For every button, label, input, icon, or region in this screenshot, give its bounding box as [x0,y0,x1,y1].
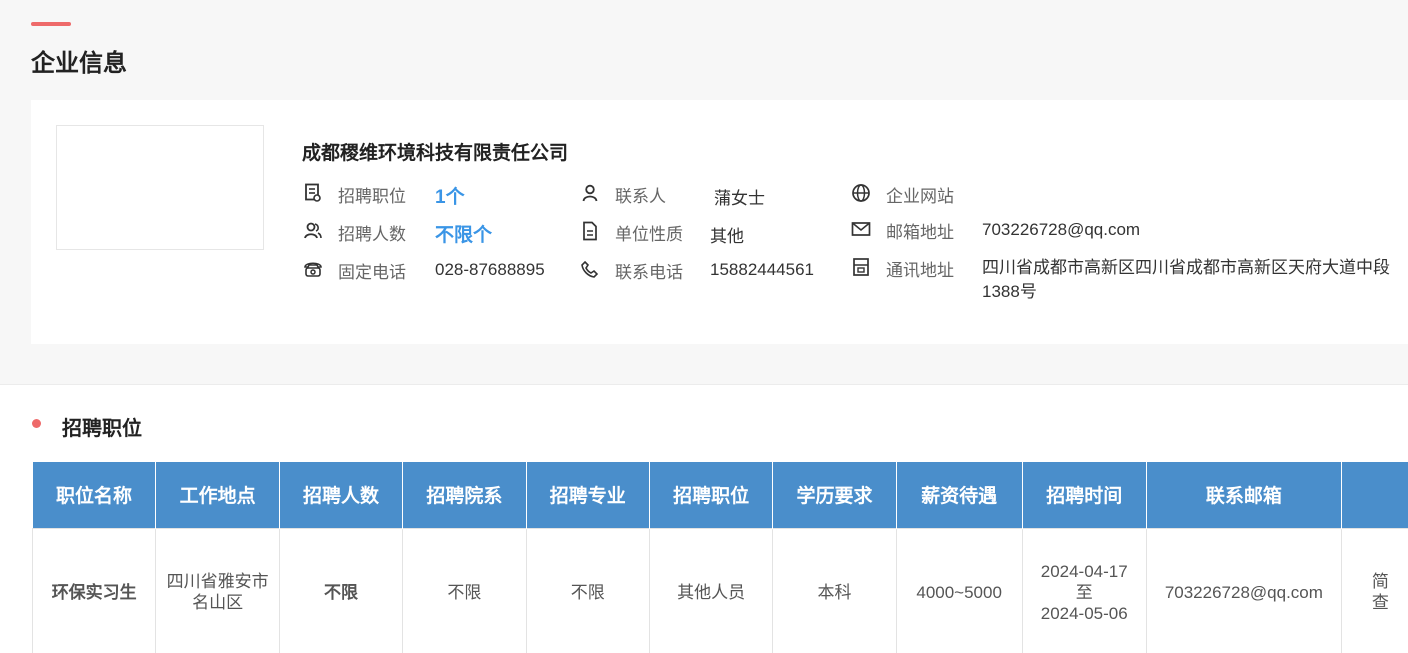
company-logo [56,125,264,250]
people-icon [302,220,324,242]
info-phone: 固定电话 028-87688895 [302,258,545,283]
email-label: 邮箱地址 [886,223,954,242]
cell-position: 其他人员 [648,527,774,653]
document-list-icon [302,182,324,204]
col-header-position: 招聘职位 [649,462,774,528]
col-header-department: 招聘院系 [402,462,527,528]
company-info-card: 成都稷维环境科技有限责任公司 招聘职位 1个 招聘人数 不限个 固定电话 028… [31,100,1408,344]
col-header-location: 工作地点 [155,462,280,528]
cell-headcount: 不限 [278,527,404,653]
telephone-icon [302,258,324,280]
phone-handset-icon [579,258,601,280]
email-value: 703226728@qq.com [982,220,1141,239]
col-header-salary: 薪资待遇 [896,462,1023,528]
address-label: 通讯地址 [886,261,954,280]
user-icon [579,182,601,204]
col-header-education: 学历要求 [772,462,897,528]
building-icon [850,256,872,278]
cell-location: 四川省雅安市名山区 [155,527,280,653]
cell-recruit-time: 2024-04-17 至 2024-05-06 [1021,527,1147,653]
col-header-major: 招聘专业 [526,462,650,528]
table-row: 环保实习生 四川省雅安市名山区 不限 不限 不限 其他人员 本科 4000~50… [31,527,1408,653]
contact-label: 联系人 [615,187,666,206]
company-name: 成都稷维环境科技有限责任公司 [302,143,569,164]
table-header-row: 职位名称 工作地点 招聘人数 招聘院系 招聘专业 招聘职位 学历要求 薪资待遇 … [32,462,1408,528]
col-header-time: 招聘时间 [1022,462,1147,528]
date-start: 2024-04-17 [1040,561,1128,581]
col-header-email: 联系邮箱 [1146,462,1342,528]
cell-major: 不限 [525,527,650,653]
info-contact: 联系人 蒲女士 [579,182,765,208]
col-header-headcount: 招聘人数 [279,462,404,528]
file-icon [579,220,601,242]
info-website: 企业网站 [850,182,954,207]
info-email: 邮箱地址 703226728@qq.com [850,218,1140,243]
col-header-name: 职位名称 [32,462,157,528]
info-headcount: 招聘人数 不限个 [302,220,492,246]
page-title: 企业信息 [31,50,127,77]
info-unit-type: 单位性质 其他 [579,220,744,246]
cell-job-name: 环保实习生 [31,527,157,653]
positions-label: 招聘职位 [338,187,406,206]
date-end: 2024-05-06 [1040,603,1128,623]
unit-type-value: 其他 [710,227,744,246]
jobs-panel: 招聘职位 职位名称 工作地点 招聘人数 招聘院系 招聘专业 招聘职位 学历要求 … [0,384,1408,653]
positions-value: 1个 [435,187,465,208]
col-header-action [1341,462,1408,528]
mail-icon [850,218,872,240]
headcount-label: 招聘人数 [338,225,406,244]
jobs-section-title: 招聘职位 [62,418,142,440]
address-value: 四川省成都市高新区四川省成都市高新区天府大道中段1388号 [982,258,1390,301]
website-label: 企业网站 [886,187,954,206]
action-link-2[interactable]: 查 [1346,592,1408,613]
cell-email: 703226728@qq.com [1145,527,1342,653]
info-positions: 招聘职位 1个 [302,182,465,208]
cell-department: 不限 [402,527,527,653]
globe-icon [850,182,872,204]
cell-actions: 简 查 [1340,527,1408,653]
info-address: 通讯地址 四川省成都市高新区四川省成都市高新区天府大道中段1388号 [850,256,1390,301]
mobile-value: 15882444561 [710,260,815,279]
headcount-value: 不限个 [435,225,493,246]
title-accent-bar [31,22,71,26]
action-link-1[interactable]: 简 [1346,571,1408,592]
jobs-table: 职位名称 工作地点 招聘人数 招聘院系 招聘专业 招聘职位 学历要求 薪资待遇 … [31,462,1408,653]
info-mobile: 联系电话 15882444561 [579,258,814,283]
cell-salary: 4000~5000 [895,527,1023,653]
cell-education: 本科 [772,527,897,653]
section-dot [32,419,41,428]
date-separator: 至 [1075,582,1093,602]
phone-value: 028-87688895 [435,260,545,279]
contact-value: 蒲女士 [714,189,765,208]
mobile-label: 联系电话 [615,263,683,282]
phone-label: 固定电话 [338,263,406,282]
unit-type-label: 单位性质 [615,225,683,244]
